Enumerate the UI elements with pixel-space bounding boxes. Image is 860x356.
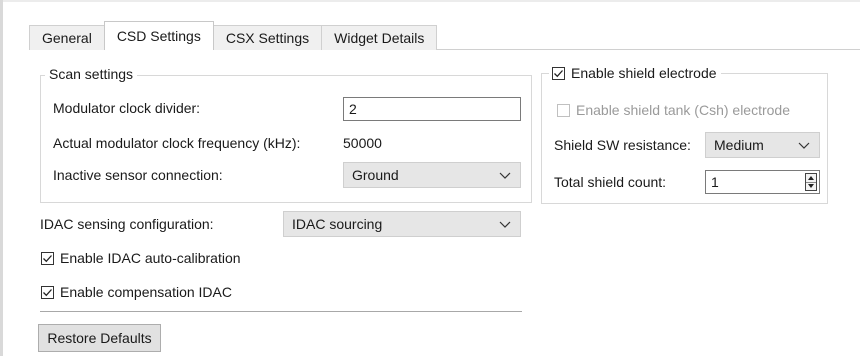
shield-tank-row[interactable]: Enable shield tank (Csh) electrode (557, 102, 790, 118)
idac-auto-cal-row[interactable]: Enable IDAC auto-calibration (41, 250, 241, 266)
shield-tank-label: Enable shield tank (Csh) electrode (576, 102, 791, 118)
shield-sw-res-label: Shield SW resistance: (554, 137, 691, 153)
idac-auto-cal-checkbox[interactable] (41, 251, 54, 265)
idac-config-label: IDAC sensing configuration: (40, 216, 214, 232)
stepper-buttons[interactable] (805, 173, 817, 191)
shield-sw-res-select[interactable]: Medium (705, 132, 820, 158)
shield-tank-checkbox[interactable] (557, 103, 570, 117)
idac-comp-checkbox[interactable] (41, 285, 54, 299)
window-top-edge (0, 0, 860, 2)
section-divider (40, 311, 522, 312)
idac-config-select[interactable]: IDAC sourcing (283, 211, 521, 237)
checkmark-icon (43, 288, 52, 296)
shield-sw-res-value: Medium (714, 137, 764, 153)
shield-count-stepper[interactable]: 1 (705, 170, 820, 194)
stepper-down-icon[interactable] (806, 181, 816, 191)
scan-settings-legend: Scan settings (45, 66, 138, 82)
idac-comp-label: Enable compensation IDAC (60, 284, 232, 300)
tab-widget-details[interactable]: Widget Details (321, 25, 438, 50)
inactive-sensor-label: Inactive sensor connection: (53, 167, 223, 183)
shield-count-value: 1 (711, 174, 719, 190)
shield-enable-checkbox[interactable] (552, 66, 565, 80)
tab-strip: General CSD Settings CSX Settings Widget… (29, 21, 438, 50)
inactive-sensor-select[interactable]: Ground (343, 162, 521, 188)
stepper-up-icon[interactable] (806, 174, 816, 182)
tab-csx-settings[interactable]: CSX Settings (212, 25, 323, 50)
mod-clk-div-value: 2 (349, 101, 357, 117)
shield-enable-label: Enable shield electrode (571, 65, 717, 81)
window-left-edge (0, 0, 3, 356)
chevron-down-icon (798, 142, 810, 149)
idac-config-value: IDAC sourcing (292, 216, 383, 232)
actual-freq-value: 50000 (343, 135, 382, 151)
tab-general[interactable]: General (29, 25, 105, 50)
inactive-sensor-value: Ground (352, 167, 399, 183)
idac-comp-row[interactable]: Enable compensation IDAC (41, 284, 232, 300)
chevron-down-icon (499, 221, 511, 228)
checkmark-icon (43, 254, 52, 262)
shield-count-label: Total shield count: (554, 174, 667, 190)
checkmark-icon (554, 69, 563, 77)
mod-clk-div-label: Modulator clock divider: (53, 100, 201, 116)
restore-defaults-button[interactable]: Restore Defaults (38, 324, 161, 352)
idac-auto-cal-label: Enable IDAC auto-calibration (60, 250, 241, 266)
mod-clk-div-input[interactable]: 2 (343, 97, 521, 121)
shield-enable-row[interactable]: Enable shield electrode (549, 65, 721, 81)
tab-csd-settings[interactable]: CSD Settings (103, 21, 214, 50)
chevron-down-icon (499, 172, 511, 179)
actual-freq-label: Actual modulator clock frequency (kHz): (53, 135, 301, 151)
